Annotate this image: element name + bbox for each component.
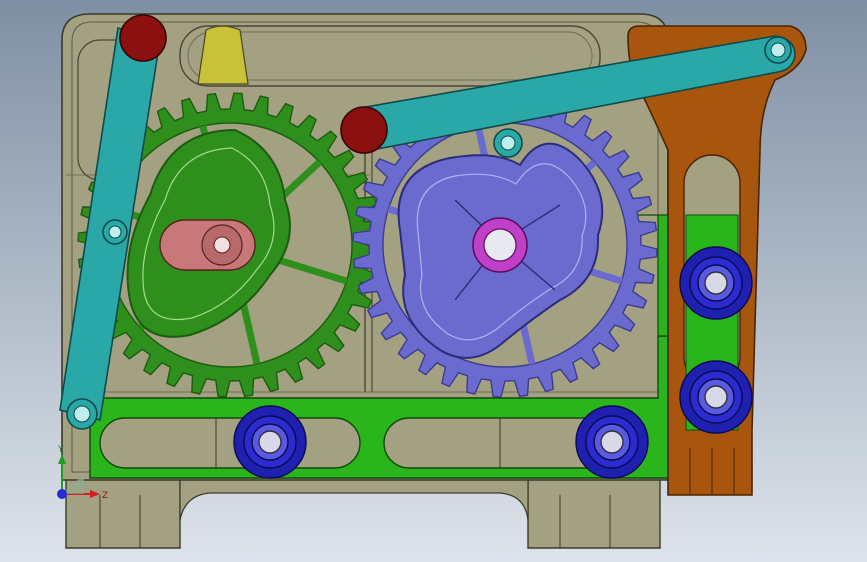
ball-bearing[interactable] <box>679 360 753 434</box>
ball-bearing[interactable] <box>233 405 307 479</box>
cad-viewport[interactable]: Y Z <box>0 0 867 562</box>
pivot-pin-top-left[interactable] <box>119 14 167 62</box>
z-axis-label: Z <box>102 491 108 501</box>
z-axis-dot <box>57 489 67 499</box>
ball-bearing[interactable] <box>679 246 753 320</box>
mechanism-model[interactable]: Y Z <box>0 0 867 562</box>
yellow-tab[interactable] <box>197 25 249 85</box>
pivot-pin-center[interactable] <box>340 106 388 154</box>
right-gear-hub[interactable] <box>472 217 528 273</box>
cam-follower[interactable] <box>159 219 256 271</box>
y-axis-label: Y <box>57 445 64 455</box>
ball-bearing[interactable] <box>575 405 649 479</box>
